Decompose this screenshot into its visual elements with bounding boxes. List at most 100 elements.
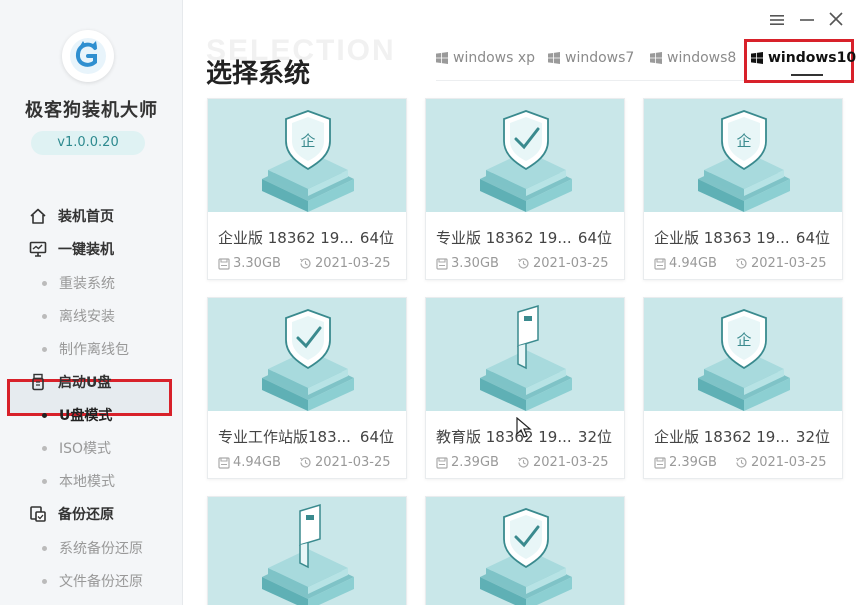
enterprise-edition-illustration: 企 [644,298,842,411]
enterprise-edition-illustration: 企 [644,99,842,212]
sidebar-item-label: U盘模式 [59,408,113,424]
bullet-icon [42,478,47,484]
release-date-value: 2021-03-25 [314,256,391,271]
sidebar-item-10[interactable]: 系统备份还原 [0,533,183,563]
sidebar-item-label: 制作离线包 [59,342,129,358]
menu-icon[interactable] [768,12,786,30]
sidebar-item-6[interactable]: U盘模式 [0,400,183,430]
tab-label: windows xp [453,50,536,66]
sidebar-item-12[interactable]: 自定义安装 [0,599,183,605]
file-size: 4.94GB [218,455,281,470]
enterprise-edition-illustration: 企 [208,99,406,212]
release-date: 2021-03-25 [517,256,609,271]
file-size-value: 4.94GB [233,455,281,470]
sidebar-item-7[interactable]: ISO模式 [0,433,183,463]
system-name: 专业版 18362 19... [436,229,572,247]
active-tab-underline [791,74,823,76]
sidebar-item-11[interactable]: 文件备份还原 [0,566,183,596]
bullet-icon [42,578,47,584]
sidebar-item-2[interactable]: 重装系统 [0,268,183,298]
sidebar-item-label: 装机首页 [58,209,114,225]
system-thumbnail: 企 [208,99,406,212]
file-size-value: 3.30GB [451,256,499,271]
sidebar-item-8[interactable]: 本地模式 [0,466,183,496]
release-date-value: 2021-03-25 [750,455,827,470]
version-badge: v1.0.0.20 [31,131,145,155]
page-title: 选择系统 [206,59,311,89]
system-name: 企业版 18362 19... [218,229,354,247]
system-meta: 2.39GB 2021-03-25 [654,455,827,470]
clock-icon [517,258,529,269]
clock-icon [735,457,747,468]
edu-edition-illustration [208,497,406,605]
svg-text:企: 企 [736,132,751,150]
clock-icon [299,258,311,269]
system-meta: 3.30GB 2021-03-25 [218,256,391,271]
system-card[interactable]: 企企业版 18362 19... 64位 3.30GB 2021-03-25 [207,98,407,280]
system-bits: 64位 [359,229,394,247]
disk-icon [436,257,448,270]
windows-logo-icon [548,52,560,64]
tab-windows7[interactable]: windows7 [548,44,634,72]
sidebar-item-3[interactable]: 离线安装 [0,301,183,331]
bullet-icon [42,545,47,551]
release-date-value: 2021-03-25 [532,256,609,271]
release-date-value: 2021-03-25 [750,256,827,271]
system-name: 教育版 18362 19... [436,428,572,446]
file-size: 4.94GB [654,256,717,271]
sidebar-item-label: 本地模式 [59,474,115,490]
system-card[interactable]: 教育版 18362 19... 32位 2.39GB 2021-03-25 [425,297,625,479]
system-meta: 2.39GB 2021-03-25 [436,455,609,470]
app-name: 极客狗装机大师 [25,100,158,121]
sidebar-item-label: 一键装机 [58,242,114,258]
pro-edition-illustration [426,497,624,605]
system-thumbnail [208,298,406,411]
close-icon[interactable] [827,12,845,30]
minimize-icon[interactable] [798,12,816,30]
system-bits: 64位 [795,229,830,247]
home-icon [28,206,48,226]
windows-logo-icon [436,52,448,64]
sidebar-item-label: 备份还原 [58,507,114,523]
monitor-icon [28,239,48,259]
bullet-icon [42,313,47,319]
system-bits: 64位 [359,428,394,446]
clock-icon [735,258,747,269]
sidebar-item-label: ISO模式 [59,441,112,457]
sidebar-item-9[interactable]: 备份还原 [0,499,183,529]
system-meta: 4.94GB 2021-03-25 [218,455,391,470]
backup-icon [28,504,48,524]
system-card[interactable] [207,496,407,605]
sidebar-item-0[interactable]: 装机首页 [0,201,183,231]
system-meta: 3.30GB 2021-03-25 [436,256,609,271]
sidebar-item-1[interactable]: 一键装机 [0,234,183,264]
tab-windows-xp[interactable]: windows xp [436,44,535,72]
file-size-value: 2.39GB [451,455,499,470]
system-thumbnail: 企 [644,99,842,212]
system-name: 专业工作站版183... [218,428,351,446]
system-bits: 64位 [577,229,612,247]
clock-icon [517,457,529,468]
release-date: 2021-03-25 [735,455,827,470]
tab-windows10[interactable]: windows10 [751,44,856,72]
system-card[interactable]: 专业版 18362 19... 64位 3.30GB 2021-03-25 [425,98,625,280]
sidebar-item-5[interactable]: 启动U盘 [0,367,183,397]
bullet-icon [42,346,47,352]
sidebar-item-label: 离线安装 [59,309,115,325]
system-thumbnail: 企 [644,298,842,411]
release-date-value: 2021-03-25 [532,455,609,470]
pro-edition-illustration [208,298,406,411]
tab-windows8[interactable]: windows8 [650,44,736,72]
system-name: 企业版 18363 19... [654,229,790,247]
sidebar-item-4[interactable]: 制作离线包 [0,334,183,364]
bullet-icon [42,412,47,418]
windows-logo-icon [650,52,662,64]
system-card[interactable]: 企企业版 18362 19... 32位 2.39GB 2021-03-25 [643,297,843,479]
system-card[interactable] [425,496,625,605]
disk-icon [218,257,230,270]
edu-edition-illustration [426,298,624,411]
file-size-value: 4.94GB [669,256,717,271]
system-card[interactable]: 专业工作站版183... 64位 4.94GB 2021-03-25 [207,297,407,479]
release-date: 2021-03-25 [517,455,609,470]
system-card[interactable]: 企企业版 18363 19... 64位 4.94GB 2021-03-25 [643,98,843,280]
